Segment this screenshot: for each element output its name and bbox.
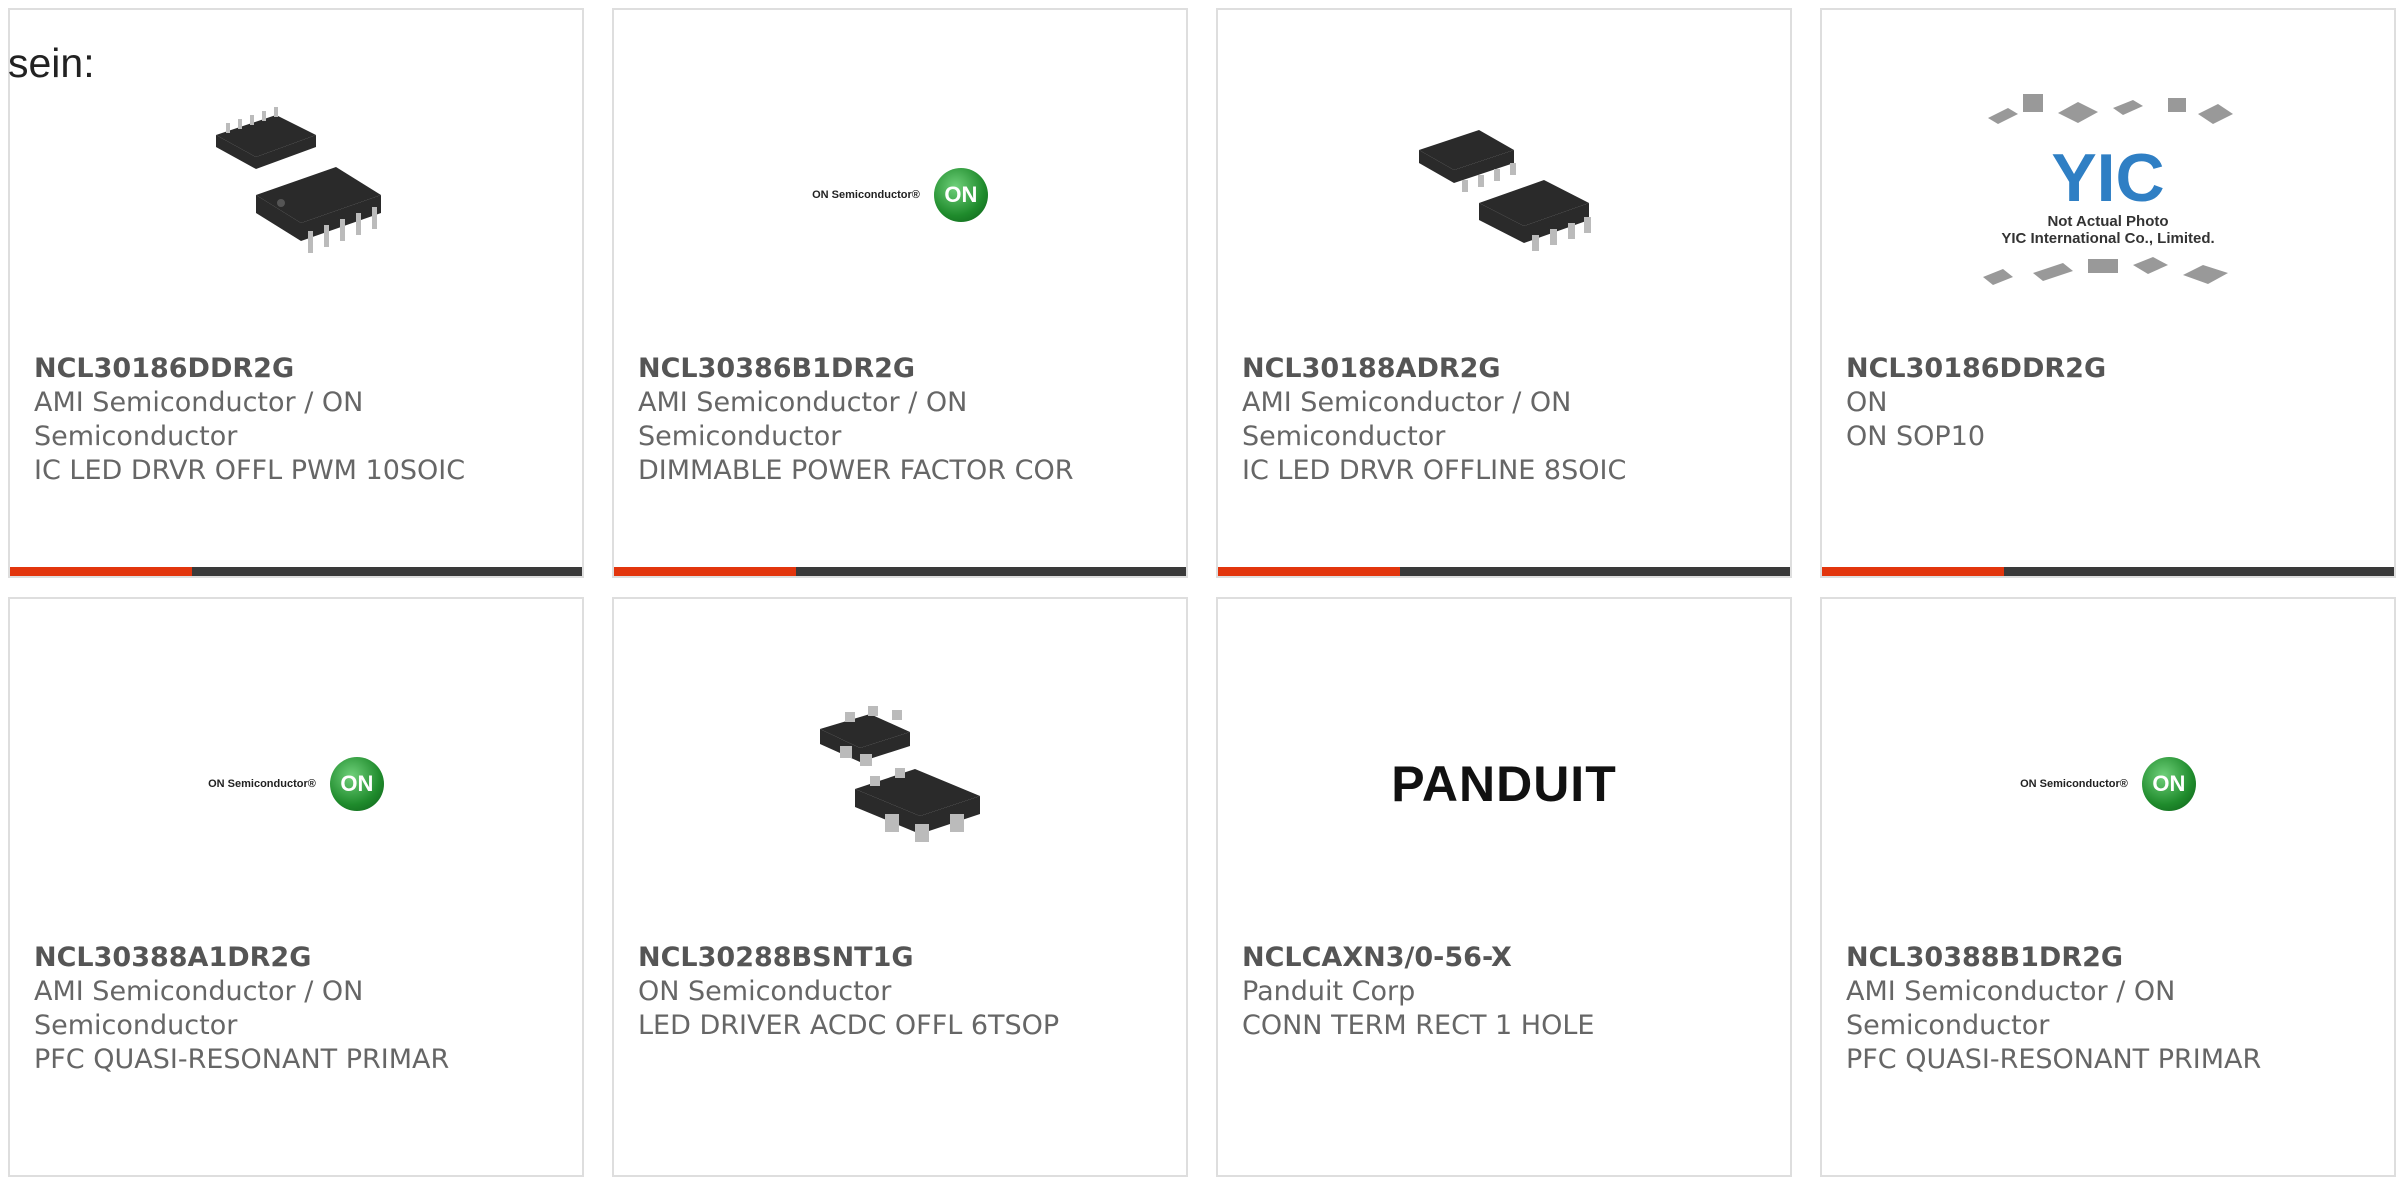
manufacturer: ON (1846, 387, 1888, 418)
on-logo-text: ON Semiconductor® (812, 189, 920, 201)
product-grid: NCL30186DDR2G AMI Semiconductor / ON Sem… (0, 0, 2400, 1177)
description: DIMMABLE POWER FACTOR COR (638, 455, 1074, 486)
intro-text: sein: (8, 40, 95, 86)
manufacturer: Panduit Corp (1242, 976, 1416, 1007)
panduit-logo[interactable]: PANDUIT (1364, 669, 1644, 899)
part-number[interactable]: NCL30388A1DR2G (34, 941, 558, 975)
product-info: NCLCAXN3/0-56-X Panduit Corp CONN TERM R… (1242, 941, 1766, 1043)
product-card[interactable]: ON Semiconductor® ON NCL30386B1DR2G AMI … (612, 8, 1188, 578)
yic-caption: Not Actual Photo (2047, 213, 2169, 230)
product-card[interactable]: ON Semiconductor® ON NCL30388B1DR2G AMI … (1820, 597, 2396, 1177)
description: LED DRIVER ACDC OFFL 6TSOP (638, 1010, 1060, 1041)
product-card[interactable]: NCL30288BSNT1G ON Semiconductor LED DRIV… (612, 597, 1188, 1177)
on-semiconductor-logo[interactable]: ON Semiconductor® ON (1968, 669, 2248, 899)
chip-row-icon (1983, 257, 2228, 285)
description: ON SOP10 (1846, 421, 1986, 452)
on-logo-icon: ON (2141, 757, 2196, 811)
product-card[interactable]: NCL30186DDR2G AMI Semiconductor / ON Sem… (8, 8, 584, 578)
card-footer-bar (614, 567, 1186, 576)
manufacturer: AMI Semiconductor / ON Semiconductor (638, 387, 968, 452)
on-logo-icon: ON (933, 168, 988, 222)
on-logo-text: ON Semiconductor® (2020, 778, 2128, 790)
yic-company: YIC International Co., Limited. (2001, 230, 2215, 247)
accent-stripe (1822, 567, 2004, 576)
product-info: NCL30388A1DR2G AMI Semiconductor / ON Se… (34, 941, 558, 1077)
product-info: NCL30186DDR2G AMI Semiconductor / ON Sem… (34, 352, 558, 488)
accent-stripe (614, 567, 796, 576)
chip-row-icon (1988, 94, 2233, 124)
accent-stripe (10, 567, 192, 576)
product-info: NCL30186DDR2G ON ON SOP10 (1846, 352, 2370, 454)
panduit-logo-text: PANDUIT (1391, 756, 1617, 812)
manufacturer: AMI Semiconductor / ON Semiconductor (1242, 387, 1572, 452)
product-info: NCL30388B1DR2G AMI Semiconductor / ON Se… (1846, 941, 2370, 1077)
chip-msop10-image[interactable] (156, 80, 436, 310)
manufacturer: AMI Semiconductor / ON Semiconductor (34, 976, 364, 1041)
on-logo-text: ON Semiconductor® (208, 778, 316, 790)
description: PFC QUASI-RESONANT PRIMAR (34, 1044, 450, 1075)
on-semiconductor-logo[interactable]: ON Semiconductor® ON (156, 669, 436, 899)
chip-tsop6-image[interactable] (760, 669, 1040, 899)
part-number[interactable]: NCLCAXN3/0-56-X (1242, 941, 1766, 975)
part-number[interactable]: NCL30188ADR2G (1242, 352, 1766, 386)
product-card[interactable]: ON Semiconductor® ON NCL30388A1DR2G AMI … (8, 597, 584, 1177)
manufacturer: AMI Semiconductor / ON Semiconductor (34, 387, 364, 452)
yic-logo-icon: YIC (2051, 140, 2165, 216)
card-footer-bar (1822, 567, 2394, 576)
product-info: NCL30386B1DR2G AMI Semiconductor / ON Se… (638, 352, 1162, 488)
card-footer-bar (1218, 567, 1790, 576)
accent-stripe (1218, 567, 1400, 576)
description: IC LED DRVR OFFL PWM 10SOIC (34, 455, 466, 486)
product-info: NCL30188ADR2G AMI Semiconductor / ON Sem… (1242, 352, 1766, 488)
part-number[interactable]: NCL30186DDR2G (1846, 352, 2370, 386)
chip-soic8-image[interactable] (1364, 80, 1644, 310)
product-card[interactable]: YIC Not Actual Photo YIC International C… (1820, 8, 2396, 578)
description: PFC QUASI-RESONANT PRIMAR (1846, 1044, 2262, 1075)
description: IC LED DRVR OFFLINE 8SOIC (1242, 455, 1627, 486)
product-info: NCL30288BSNT1G ON Semiconductor LED DRIV… (638, 941, 1162, 1043)
on-semiconductor-logo[interactable]: ON Semiconductor® ON (760, 80, 1040, 310)
part-number[interactable]: NCL30388B1DR2G (1846, 941, 2370, 975)
product-card[interactable]: PANDUIT NCLCAXN3/0-56-X Panduit Corp CON… (1216, 597, 1792, 1177)
manufacturer: AMI Semiconductor / ON Semiconductor (1846, 976, 2176, 1041)
part-number[interactable]: NCL30186DDR2G (34, 352, 558, 386)
description: CONN TERM RECT 1 HOLE (1242, 1010, 1595, 1041)
yic-placeholder-image[interactable]: YIC Not Actual Photo YIC International C… (1968, 80, 2248, 310)
part-number[interactable]: NCL30288BSNT1G (638, 941, 1162, 975)
product-card[interactable]: NCL30188ADR2G AMI Semiconductor / ON Sem… (1216, 8, 1792, 578)
on-logo-icon: ON (329, 757, 384, 811)
manufacturer: ON Semiconductor (638, 976, 892, 1007)
card-footer-bar (10, 567, 582, 576)
part-number[interactable]: NCL30386B1DR2G (638, 352, 1162, 386)
